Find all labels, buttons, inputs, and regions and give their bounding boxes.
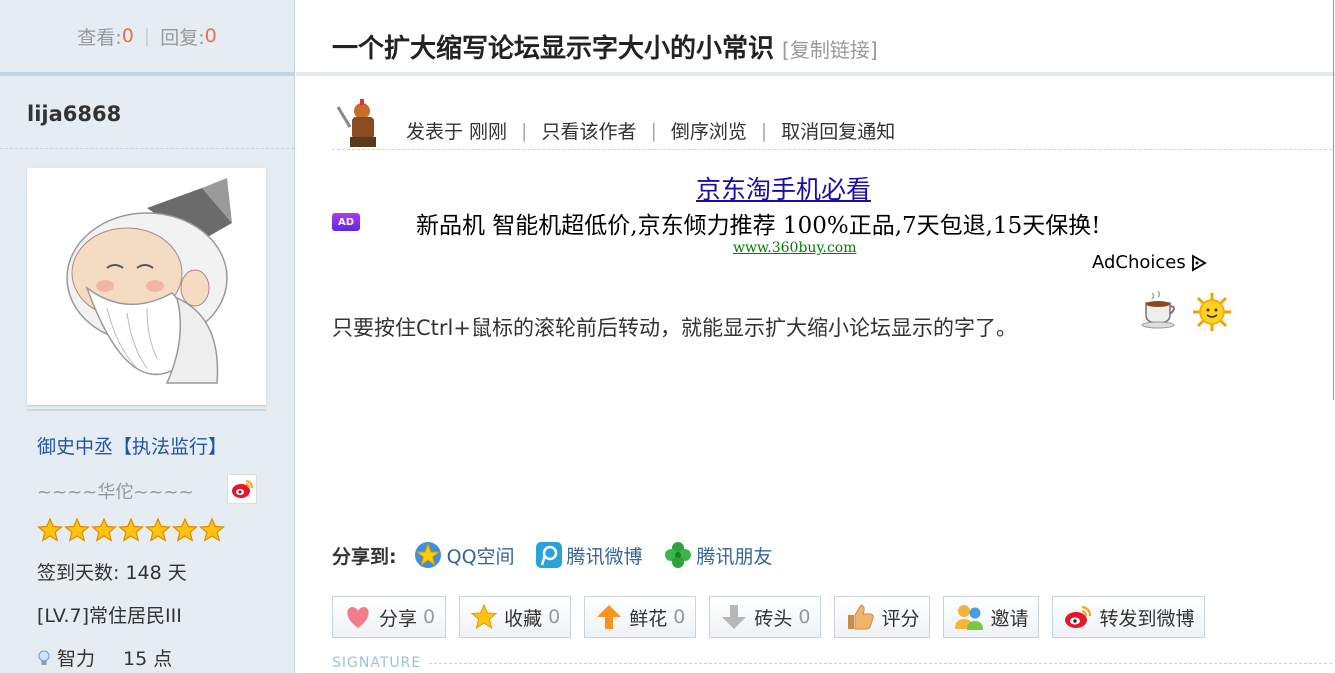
thread-title: 一个扩大缩写论坛显示字大小的小常识 [复制链接] bbox=[332, 28, 878, 65]
thread-header: 一个扩大缩写论坛显示字大小的小常识 [复制链接] bbox=[296, 0, 1335, 76]
weibo-icon bbox=[232, 480, 253, 498]
favorite-count: 0 bbox=[548, 606, 561, 628]
intelligence-label: 智力 bbox=[57, 648, 96, 670]
pipe-separator: | bbox=[760, 119, 768, 142]
user-panel: 查看: 0 | 回复: 0 lija6868 御史中丞【执法监行】 ~~~~华佗… bbox=[0, 0, 295, 673]
author-links: 发表于 刚刚 | 只看该作者 | 倒序浏览 | 取消回复通知 bbox=[406, 117, 895, 144]
flower-count: 0 bbox=[673, 606, 686, 628]
favorite-button[interactable]: 收藏 0 bbox=[459, 596, 572, 638]
ad-title-link[interactable]: 京东淘手机必看 bbox=[696, 170, 871, 206]
share-count: 0 bbox=[423, 606, 436, 628]
user-intelligence: 智力 15 点 bbox=[37, 644, 172, 671]
invite-button[interactable]: 邀请 bbox=[943, 596, 1040, 638]
share-tweibo-link[interactable]: 腾讯微博 bbox=[535, 541, 643, 569]
post-message: 只要按住Ctrl+鼠标的滚轮前后转动，就能显示扩大缩小论坛显示的字了。 bbox=[332, 316, 1017, 340]
forward-weibo-button[interactable]: 转发到微博 bbox=[1052, 596, 1206, 638]
author-bar: 发表于 刚刚 | 只看该作者 | 倒序浏览 | 取消回复通知 bbox=[332, 97, 1332, 150]
rank-star-icon bbox=[37, 517, 63, 542]
tencent-weibo-icon bbox=[535, 542, 562, 568]
post-area: 一个扩大缩写论坛显示字大小的小常识 [复制链接] 发表于 刚刚 | 只看该作者 |… bbox=[296, 0, 1335, 673]
sign-days: 签到天数: 148 天 bbox=[37, 562, 187, 584]
rate-button[interactable]: 评分 bbox=[834, 596, 931, 638]
favorite-button-label: 收藏 bbox=[504, 607, 543, 630]
thumbs-up-icon bbox=[848, 604, 875, 630]
window-edge bbox=[1333, 0, 1334, 400]
weibo-icon bbox=[1065, 605, 1092, 628]
replies-count: 0 bbox=[204, 25, 217, 47]
avatar-divider bbox=[27, 409, 266, 411]
views-label: 查看: bbox=[77, 26, 122, 49]
signature-dash bbox=[429, 662, 1332, 664]
thread-stats: 查看: 0 | 回复: 0 bbox=[0, 0, 294, 76]
rate-button-label: 评分 bbox=[881, 607, 920, 630]
rank-star-icon bbox=[118, 517, 144, 542]
lightbulb-icon bbox=[38, 650, 50, 665]
rank-star-icon bbox=[64, 517, 90, 542]
flower-button-label: 鲜花 bbox=[629, 607, 668, 630]
ad-description[interactable]: 新品机 智能机超低价,京东倾力推荐 100%正品,7天包退,15天保换! bbox=[416, 206, 1100, 240]
arrow-down-icon bbox=[722, 605, 747, 629]
pipe-separator: | bbox=[650, 119, 657, 142]
cancel-notify-link[interactable]: 取消回复通知 bbox=[781, 117, 895, 144]
share-qzone-label: QQ空间 bbox=[446, 545, 515, 568]
user-level[interactable]: [LV.7]常住居民III bbox=[37, 601, 182, 628]
user-title[interactable]: 御史中丞【执法监行】 bbox=[37, 432, 227, 459]
posted-time: 发表于 刚刚 bbox=[406, 121, 508, 143]
rank-star-icon bbox=[172, 517, 198, 542]
stats-separator: | bbox=[143, 25, 151, 47]
rank-star-icon bbox=[145, 517, 171, 542]
share-qzone-link[interactable]: QQ空间 bbox=[413, 540, 515, 570]
share-label: 分享到: bbox=[332, 545, 397, 568]
share-row: 分享到: QQ空间 腾讯微博 腾讯朋友 bbox=[332, 540, 793, 570]
rank-star-icon bbox=[91, 517, 117, 542]
sun-icon bbox=[1193, 293, 1231, 331]
share-pengyou-link[interactable]: 腾讯朋友 bbox=[663, 540, 773, 570]
share-pengyou-label: 腾讯朋友 bbox=[696, 545, 773, 568]
coffee-emoji bbox=[1140, 289, 1182, 331]
author-mini-avatar[interactable] bbox=[332, 97, 384, 149]
adchoices-button[interactable]: AdChoices bbox=[1092, 252, 1208, 273]
share-tweibo-label: 腾讯微博 bbox=[566, 545, 643, 568]
sun-emoji bbox=[1192, 292, 1232, 332]
views-count: 0 bbox=[121, 25, 134, 47]
signature-label: SIGNATURE bbox=[332, 655, 422, 671]
sage-avatar-icon bbox=[66, 178, 232, 384]
heart-icon bbox=[347, 607, 369, 628]
share-button[interactable]: 分享 0 bbox=[332, 596, 447, 638]
user-stars bbox=[37, 517, 225, 543]
rank-star-icon bbox=[199, 517, 225, 542]
user-avatar[interactable] bbox=[27, 168, 266, 405]
adchoices-icon bbox=[1191, 253, 1207, 272]
weibo-profile-button[interactable] bbox=[227, 474, 257, 504]
copy-link-button[interactable]: [复制链接] bbox=[782, 38, 878, 62]
qzone-star-icon bbox=[414, 542, 441, 568]
user-custom-title: ~~~~华佗~~~~ bbox=[37, 482, 194, 503]
invite-button-label: 邀请 bbox=[990, 607, 1029, 630]
thread-title-text: 一个扩大缩写论坛显示字大小的小常识 bbox=[332, 34, 775, 64]
signature-divider: SIGNATURE bbox=[332, 655, 1332, 671]
pipe-separator: | bbox=[521, 119, 528, 142]
users-icon bbox=[955, 605, 984, 630]
forward-weibo-label: 转发到微博 bbox=[1099, 607, 1195, 630]
star-icon bbox=[470, 603, 498, 630]
username-link[interactable]: lija6868 bbox=[27, 102, 121, 126]
ad-badge: AD bbox=[332, 213, 360, 231]
post-actions: 分享 0 收藏 0 鲜花 0 砖头 0 评分 邀请 转发到微博 bbox=[332, 596, 1206, 638]
reverse-order-link[interactable]: 倒序浏览 bbox=[671, 117, 747, 144]
coffee-cup-icon bbox=[1141, 290, 1175, 329]
brick-button-label: 砖头 bbox=[754, 607, 793, 630]
share-button-label: 分享 bbox=[379, 607, 418, 630]
only-author-link[interactable]: 只看该作者 bbox=[541, 117, 636, 144]
brick-count: 0 bbox=[798, 606, 811, 628]
ad-url-link[interactable]: www.360buy.com bbox=[733, 240, 856, 256]
intelligence-value: 15 点 bbox=[123, 648, 173, 670]
brick-button[interactable]: 砖头 0 bbox=[709, 596, 822, 638]
divider bbox=[0, 148, 294, 149]
flower-button[interactable]: 鲜花 0 bbox=[584, 596, 697, 638]
adchoices-label: AdChoices bbox=[1092, 252, 1186, 273]
warrior-avatar-icon bbox=[336, 99, 376, 147]
replies-label: 回复: bbox=[160, 26, 205, 49]
clover-icon bbox=[664, 542, 691, 568]
arrow-up-icon bbox=[597, 605, 622, 629]
